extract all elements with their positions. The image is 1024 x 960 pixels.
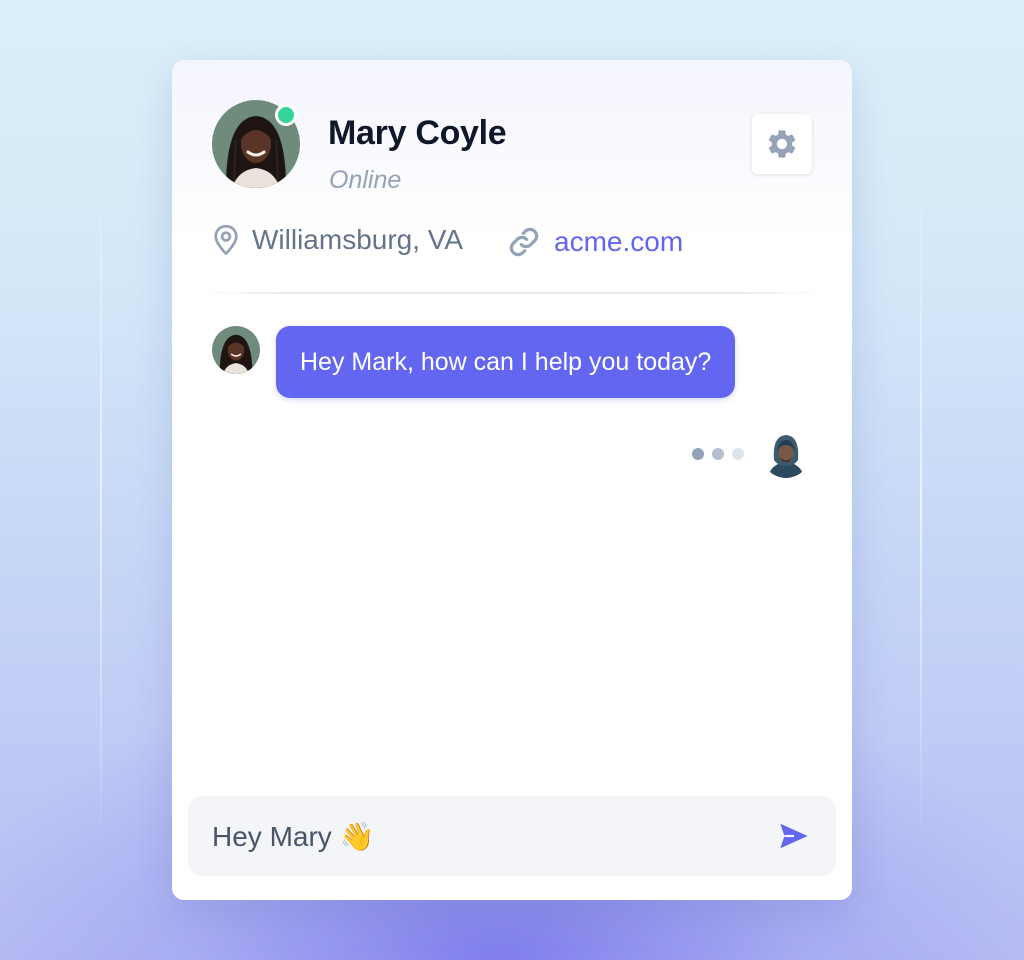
send-icon — [780, 823, 808, 849]
send-button[interactable] — [772, 816, 816, 856]
typing-indicator — [692, 448, 744, 460]
map-pin-icon — [212, 224, 240, 256]
background-guide-left — [100, 150, 102, 850]
online-status-indicator — [275, 104, 297, 126]
contact-location: Williamsburg, VA — [212, 222, 463, 258]
message-bubble: Hey Mark, how can I help you today? — [276, 326, 736, 398]
typing-dot — [692, 448, 704, 460]
message-composer — [188, 796, 836, 876]
link-icon — [508, 226, 540, 258]
gear-icon — [768, 130, 796, 158]
website-link[interactable]: acme.com — [554, 226, 683, 258]
current-user-avatar — [762, 430, 810, 478]
woman-portrait-avatar — [212, 326, 260, 374]
header-divider — [200, 292, 824, 294]
location-text: Williamsburg, VA — [252, 224, 464, 255]
chat-card: Mary Coyle Online Williamsburg, VA acme.… — [172, 60, 852, 900]
sender-avatar — [212, 326, 260, 374]
contact-name: Mary Coyle — [328, 114, 507, 152]
hooded-man-avatar — [762, 430, 810, 478]
message-input[interactable] — [188, 796, 748, 876]
contact-status: Online — [329, 166, 402, 194]
background-guide-right — [920, 150, 922, 850]
typing-dot — [712, 448, 724, 460]
settings-button[interactable] — [752, 114, 812, 174]
typing-dot — [732, 448, 744, 460]
contact-website: acme.com — [508, 224, 683, 260]
